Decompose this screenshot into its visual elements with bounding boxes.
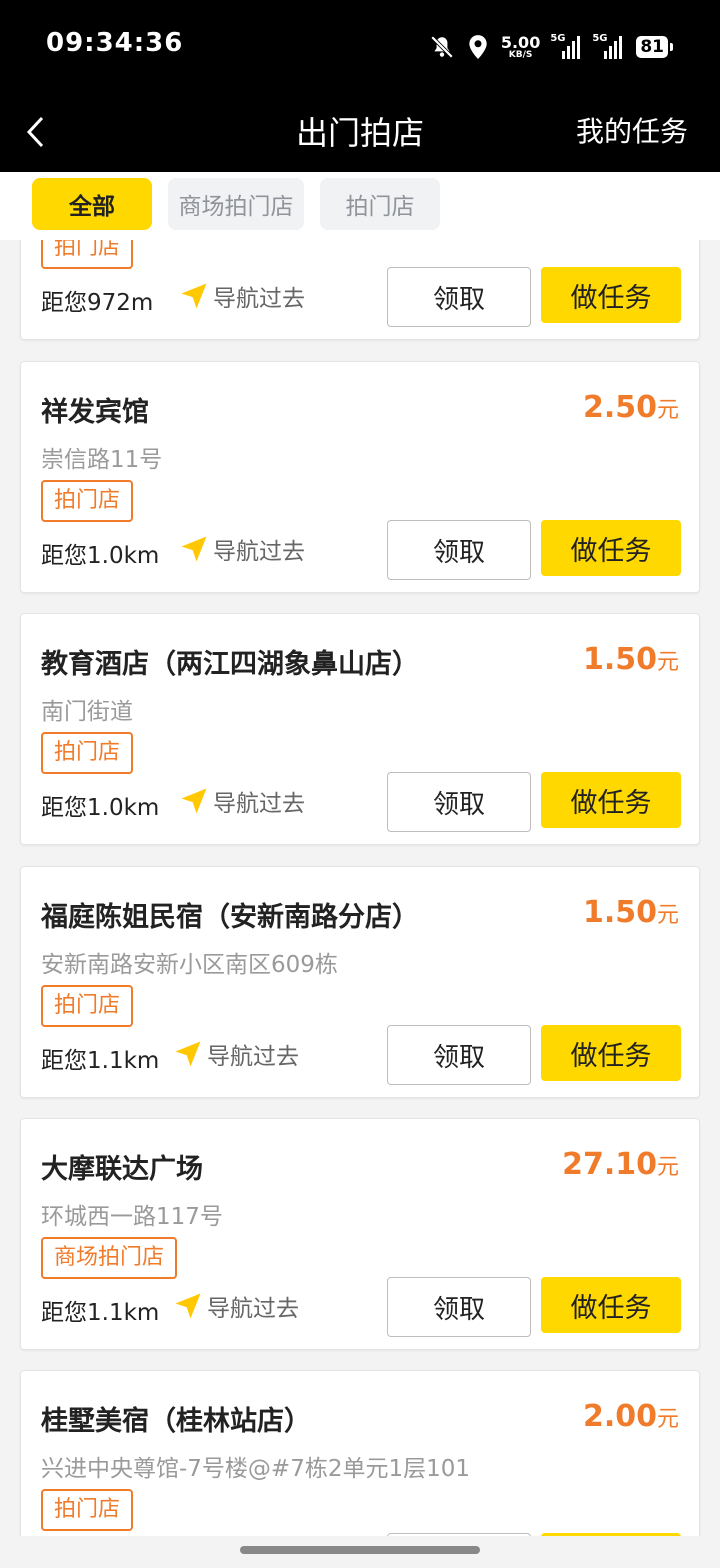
price-unit: 元 <box>656 1407 679 1432</box>
store-name: 大摩联达广场 <box>41 1154 203 1185</box>
filter-tab-mall-shop[interactable]: 商场拍门店 <box>168 178 304 230</box>
net-speed: 5.00 KB/S <box>500 32 541 60</box>
navigate-label: 导航过去 <box>213 539 305 565</box>
price-unit: 元 <box>656 1155 679 1180</box>
do-task-button[interactable]: 做任务 <box>541 520 681 576</box>
store-address: 安新南路安新小区南区609栋 <box>41 952 338 978</box>
navigate-arrow-icon <box>181 536 207 562</box>
task-card[interactable]: 福庭陈姐民宿（安新南路分店） 1.50元 安新南路安新小区南区609栋 拍门店 … <box>20 866 700 1098</box>
task-type-tag: 拍门店 <box>41 732 134 774</box>
claim-button[interactable]: 领取 <box>387 267 531 327</box>
task-card[interactable]: 桂墅美宿（桂林站店） 2.00元 兴进中央尊馆-7号楼@#7栋2单元1层101 … <box>20 1370 700 1536</box>
filter-tab-shop[interactable]: 拍门店 <box>320 178 440 230</box>
reward-price: 27.10元 <box>562 1147 679 1182</box>
price-value: 1.50 <box>582 895 657 930</box>
task-type-tag: 拍门店 <box>41 240 134 269</box>
price-unit: 元 <box>656 903 679 928</box>
store-name: 祥发宾馆 <box>41 397 149 428</box>
distance-text: 距您1.0km <box>41 543 160 569</box>
task-type-tag: 拍门店 <box>41 480 134 522</box>
price-value: 27.10 <box>562 1147 657 1182</box>
store-address: 南门街道 <box>41 699 133 725</box>
location-pin-icon <box>467 34 489 60</box>
store-address: 兴进中央尊馆-7号楼@#7栋2单元1层101 <box>41 1456 471 1482</box>
do-task-button[interactable]: 做任务 <box>541 1277 681 1333</box>
navigate-label: 导航过去 <box>213 286 305 312</box>
claim-button[interactable]: 领取 <box>387 1025 531 1085</box>
claim-button[interactable]: 领取 <box>387 1277 531 1337</box>
my-tasks-link[interactable]: 我的任务 <box>576 110 688 150</box>
task-type-tag: 拍门店 <box>41 985 134 1027</box>
net-speed-unit: KB/S <box>508 49 533 60</box>
navigate-link[interactable]: 导航过去 <box>179 532 305 566</box>
navigate-label: 导航过去 <box>213 791 305 817</box>
navigate-arrow-icon <box>175 1293 201 1319</box>
task-type-tag: 拍门店 <box>41 1489 134 1531</box>
store-name: 福庭陈姐民宿（安新南路分店） <box>41 902 419 933</box>
signal-icon: 5G <box>550 33 582 59</box>
signal-icon: 5G <box>592 33 624 59</box>
navigate-arrow-icon <box>175 1041 201 1067</box>
navigate-label: 导航过去 <box>207 1044 299 1070</box>
store-address: 崇信路11号 <box>41 447 163 473</box>
navigate-label: 导航过去 <box>207 1296 299 1322</box>
do-task-button[interactable]: 做任务 <box>541 1025 681 1081</box>
net-speed-value: 5.00 <box>500 32 541 52</box>
price-unit: 元 <box>656 650 679 675</box>
task-card: 拍门店 距您972m 导航过去 领取 做任务 <box>20 240 700 340</box>
navigate-arrow-icon <box>181 283 207 309</box>
claim-button[interactable]: 领取 <box>387 520 531 580</box>
navigate-link[interactable]: 导航过去 <box>179 279 305 313</box>
battery-icon: 81 <box>636 36 673 58</box>
do-task-button[interactable]: 做任务 <box>541 267 681 323</box>
store-address: 环城西一路117号 <box>41 1204 223 1230</box>
task-card[interactable]: 祥发宾馆 2.50元 崇信路11号 拍门店 距您1.0km 导航过去 领取 做任… <box>20 361 700 593</box>
navigate-link[interactable]: 导航过去 <box>179 784 305 818</box>
nav-bar: 出门拍店 我的任务 <box>0 90 720 172</box>
status-time: 09:34:36 <box>46 28 184 58</box>
reward-price: 2.00元 <box>583 1399 679 1434</box>
home-indicator[interactable] <box>240 1546 480 1554</box>
task-card[interactable]: 大摩联达广场 27.10元 环城西一路117号 商场拍门店 距您1.1km 导航… <box>20 1118 700 1350</box>
signal-label: 5G <box>592 33 608 44</box>
distance-text: 距您1.1km <box>41 1048 160 1074</box>
reward-price: 2.50元 <box>583 390 679 425</box>
filter-bar: 全部 商场拍门店 拍门店 <box>0 172 720 240</box>
navigate-link[interactable]: 导航过去 <box>173 1289 299 1323</box>
reward-price: 1.50元 <box>583 642 679 677</box>
reward-price: 1.50元 <box>583 895 679 930</box>
home-area <box>0 1536 720 1568</box>
navigate-arrow-icon <box>181 788 207 814</box>
price-value: 2.00 <box>582 1399 657 1434</box>
bell-muted-icon <box>429 34 455 60</box>
task-card[interactable]: 教育酒店（两江四湖象鼻山店） 1.50元 南门街道 拍门店 距您1.0km 导航… <box>20 613 700 845</box>
filter-tab-all[interactable]: 全部 <box>32 178 152 230</box>
navigate-link[interactable]: 导航过去 <box>173 1037 299 1071</box>
price-unit: 元 <box>656 398 679 423</box>
price-value: 1.50 <box>582 642 657 677</box>
task-list: 拍门店 距您972m 导航过去 领取 做任务 祥发宾馆 2.50元 崇信路11号… <box>0 240 720 1536</box>
status-bar: 09:34:36 5.00 KB/S 5G 5G 81 <box>0 0 720 90</box>
task-type-tag: 商场拍门店 <box>41 1237 178 1279</box>
do-task-button[interactable]: 做任务 <box>541 772 681 828</box>
store-name: 桂墅美宿（桂林站店） <box>41 1406 311 1437</box>
distance-text: 距您1.1km <box>41 1300 160 1326</box>
signal-label: 5G <box>550 33 566 44</box>
price-value: 2.50 <box>582 390 657 425</box>
store-name: 教育酒店（两江四湖象鼻山店） <box>41 649 419 680</box>
distance-text: 距您972m <box>41 290 154 316</box>
status-icons: 5.00 KB/S 5G 5G 81 <box>429 30 673 64</box>
claim-button[interactable]: 领取 <box>387 772 531 832</box>
distance-text: 距您1.0km <box>41 795 160 821</box>
